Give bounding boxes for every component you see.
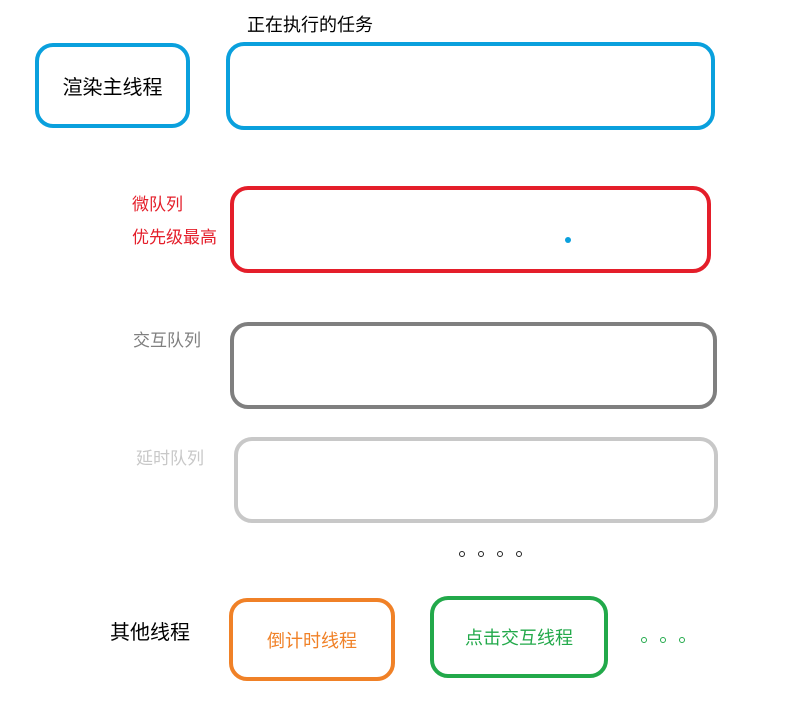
micro-queue-label: 微队列 xyxy=(132,195,183,215)
other-threads-label: 其他线程 xyxy=(110,620,190,644)
delay-queue-label: 延时队列 xyxy=(136,449,204,469)
more-queues-ellipsis xyxy=(459,551,522,557)
micro-queue-task-dot xyxy=(565,237,571,243)
more-threads-ellipsis xyxy=(641,637,685,643)
countdown-thread-label: 倒计时线程 xyxy=(267,630,357,652)
micro-queue-box xyxy=(230,186,711,273)
running-task-caption: 正在执行的任务 xyxy=(247,15,373,36)
running-task-box xyxy=(226,42,715,130)
diagram-canvas: { "main_thread": { "label": "渲染主线程", "ru… xyxy=(0,0,790,705)
click-interaction-thread-box: 点击交互线程 xyxy=(430,596,608,678)
interaction-queue-label: 交互队列 xyxy=(133,331,201,351)
countdown-thread-box: 倒计时线程 xyxy=(229,598,395,681)
click-interaction-thread-label: 点击交互线程 xyxy=(465,628,573,649)
main-thread-label: 渲染主线程 xyxy=(62,75,163,99)
micro-queue-priority-note: 优先级最高 xyxy=(132,228,217,248)
interaction-queue-box xyxy=(230,322,717,409)
main-thread-box: 渲染主线程 xyxy=(35,43,190,128)
delay-queue-box xyxy=(234,437,718,523)
